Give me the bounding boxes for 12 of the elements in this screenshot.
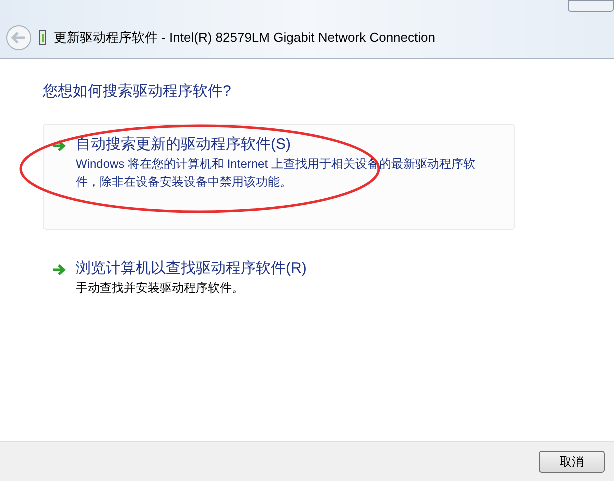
close-button[interactable] — [568, 0, 614, 12]
option-description: 手动查找并安装驱动程序软件。 — [76, 280, 245, 296]
window-title: 更新驱动程序软件 - Intel(R) 82579LM Gigabit Network Connection — [54, 29, 436, 48]
option-title: 自动搜索更新的驱动程序软件(S) — [76, 134, 292, 154]
page-heading: 您想如何搜索驱动程序软件? — [43, 82, 232, 102]
network-adapter-icon — [39, 30, 47, 46]
back-icon[interactable] — [6, 25, 32, 51]
arrow-icon — [52, 264, 67, 276]
cancel-button[interactable]: 取消 — [539, 450, 605, 472]
arrow-icon — [52, 140, 67, 152]
option-link[interactable]: 浏览计算机以查找驱动程序软件(R) 手动查找并安装驱动程序软件。 — [43, 248, 515, 308]
option-title: 浏览计算机以查找驱动程序软件(R) — [76, 258, 308, 278]
